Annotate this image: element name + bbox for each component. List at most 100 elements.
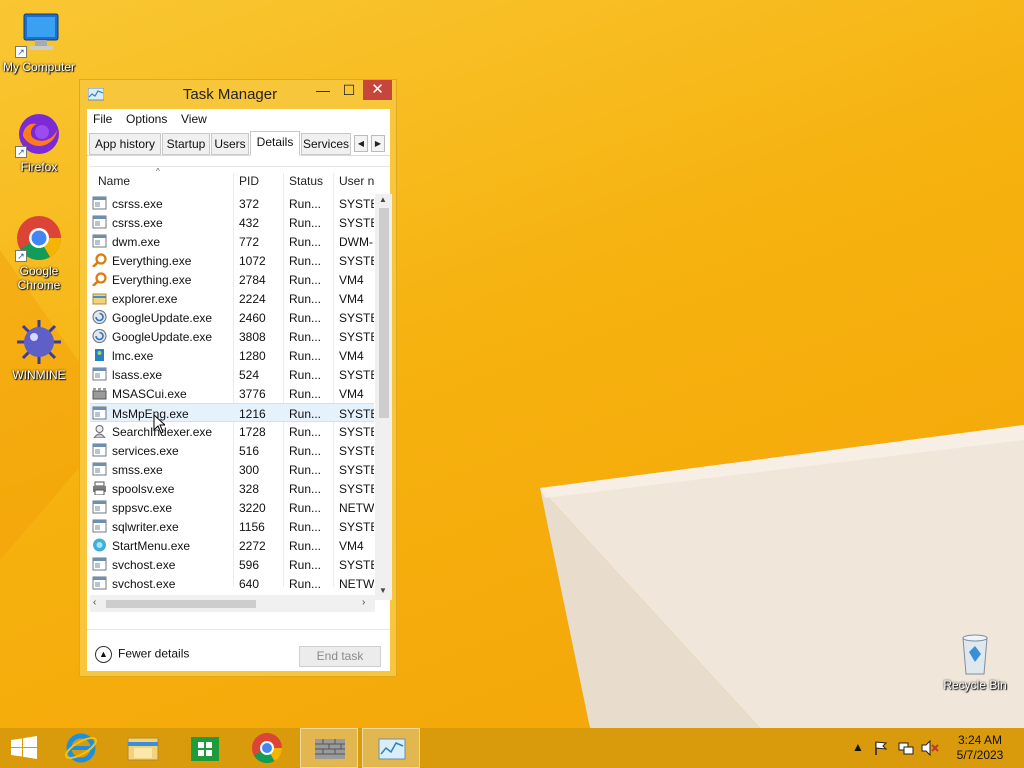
process-user: SYSTEM: [339, 444, 374, 458]
table-row[interactable]: sppsvc.exe 3220 Run... NETWO: [90, 498, 374, 517]
table-row[interactable]: Everything.exe 1072 Run... SYSTEM: [90, 251, 374, 270]
vertical-scrollbar[interactable]: ▲ ▼: [375, 194, 392, 600]
process-name: svchost.exe: [112, 558, 176, 572]
speaker-muted-icon[interactable]: [921, 740, 939, 756]
process-status: Run...: [289, 349, 322, 363]
menu-view[interactable]: View: [181, 112, 207, 126]
table-row[interactable]: sqlwriter.exe 1156 Run... SYSTEM: [90, 517, 374, 536]
table-row[interactable]: GoogleUpdate.exe 3808 Run... SYSTEM: [90, 327, 374, 346]
process-user: SYSTEM: [339, 197, 374, 211]
clock[interactable]: 3:24 AM 5/7/2023: [948, 733, 1012, 763]
table-row[interactable]: explorer.exe 2224 Run... VM4: [90, 289, 374, 308]
tab-startup[interactable]: Startup: [162, 133, 210, 155]
mouse-cursor-icon: [153, 414, 165, 434]
table-row[interactable]: csrss.exe 372 Run... SYSTEM: [90, 194, 374, 213]
google-update-icon: [92, 310, 107, 324]
taskbar-chrome[interactable]: [238, 728, 296, 768]
process-status: Run...: [289, 463, 322, 477]
table-row[interactable]: svchost.exe 640 Run... NETWO: [90, 574, 374, 593]
column-header-status[interactable]: Status: [289, 167, 323, 191]
desktop-icon-label: Google Chrome: [17, 264, 61, 292]
maximize-button[interactable]: ☐: [336, 80, 362, 100]
process-status: Run...: [289, 368, 322, 382]
table-row[interactable]: lsass.exe 524 Run... SYSTEM: [90, 365, 374, 384]
horizontal-scroll-thumb[interactable]: [106, 600, 256, 608]
start-button[interactable]: [0, 728, 48, 768]
desktop-icon-chrome[interactable]: ↗ Google Chrome: [1, 214, 77, 292]
table-row[interactable]: svchost.exe 596 Run... SYSTEM: [90, 555, 374, 574]
footer-bar: ▲ Fewer details End task: [87, 629, 390, 671]
desktop-icon-my-computer[interactable]: ↗ My Computer: [1, 10, 77, 74]
network-icon[interactable]: [898, 740, 914, 756]
process-status: Run...: [289, 216, 322, 230]
process-status: Run...: [289, 197, 322, 211]
process-user: DWM-: [339, 235, 373, 249]
tab-services[interactable]: Services: [301, 133, 351, 155]
process-name: spoolsv.exe: [112, 482, 175, 496]
process-user: VM4: [339, 273, 364, 287]
table-row[interactable]: GoogleUpdate.exe 2460 Run... SYSTEM: [90, 308, 374, 327]
scroll-left-icon[interactable]: ‹: [93, 597, 96, 608]
column-header-user-name[interactable]: User na: [339, 167, 375, 191]
column-header-name[interactable]: Name: [98, 167, 130, 191]
table-row[interactable]: svchost.exe736Run...LOCAL: [90, 593, 374, 594]
end-task-button[interactable]: End task: [299, 646, 381, 667]
scroll-up-icon[interactable]: ▲: [379, 195, 387, 204]
column-header-pid[interactable]: PID: [239, 167, 259, 191]
process-pid: 1216: [239, 407, 266, 421]
table-row[interactable]: StartMenu.exe 2272 Run... VM4: [90, 536, 374, 555]
taskbar-task-manager[interactable]: [362, 728, 420, 768]
table-row[interactable]: MSASCui.exe 3776 Run... VM4: [90, 384, 374, 403]
desktop-icon-recycle-bin[interactable]: Recycle Bin: [937, 632, 1013, 692]
tab-scroll-right-button[interactable]: ▶: [371, 135, 385, 152]
process-rows: csrss.exe 372 Run... SYSTEM csrss.exe 432 Run.…: [90, 194, 374, 594]
taskbar-winmine-wall[interactable]: [300, 728, 358, 768]
tab-details[interactable]: Details: [250, 131, 300, 156]
table-row[interactable]: smss.exe 300 Run... SYSTEM: [90, 460, 374, 479]
table-row[interactable]: SearchIndexer.exe 1728 Run... SYSTEM: [90, 422, 374, 441]
desktop-icon-firefox[interactable]: ↗ Firefox: [1, 110, 77, 174]
tab-users[interactable]: Users: [211, 133, 249, 155]
tab-scroll-left-button[interactable]: ◀: [354, 135, 368, 152]
horizontal-scrollbar[interactable]: ‹ ›: [90, 595, 375, 612]
close-button[interactable]: ✕: [363, 80, 392, 100]
vertical-scroll-thumb[interactable]: [379, 208, 389, 418]
table-row[interactable]: MsMpEng.exe 1216 Run... SYSTEM: [90, 403, 374, 422]
scroll-right-icon[interactable]: ›: [362, 597, 365, 608]
table-row[interactable]: spoolsv.exe 328 Run... SYSTEM: [90, 479, 374, 498]
taskbar-file-explorer[interactable]: [114, 728, 172, 768]
minimize-button[interactable]: —: [310, 80, 336, 100]
show-hidden-icons[interactable]: ▲: [852, 740, 864, 754]
taskbar-windows-store[interactable]: [176, 728, 234, 768]
table-row[interactable]: services.exe 516 Run... SYSTEM: [90, 441, 374, 460]
title-bar[interactable]: Task Manager — ☐ ✕: [80, 80, 396, 110]
taskbar-internet-explorer[interactable]: [52, 728, 110, 768]
menu-file[interactable]: File: [93, 112, 112, 126]
process-pid: 328: [239, 482, 260, 496]
generic-exe-icon: [92, 367, 107, 381]
table-row[interactable]: csrss.exe 432 Run... SYSTEM: [90, 213, 374, 232]
computer-icon: ↗: [15, 10, 63, 58]
taskbar: ▲ 3:24 AM 5/7/2023: [0, 728, 1024, 768]
table-row[interactable]: lmc.exe 1280 Run... VM4: [90, 346, 374, 365]
table-row[interactable]: dwm.exe 772 Run... DWM-: [90, 232, 374, 251]
process-pid: 372: [239, 197, 260, 211]
menu-options[interactable]: Options: [126, 112, 167, 126]
tab-app-history[interactable]: App history: [89, 133, 161, 155]
process-pid: 516: [239, 444, 260, 458]
chrome-icon: [252, 733, 282, 764]
process-name: Everything.exe: [112, 254, 192, 268]
process-status: Run...: [289, 558, 322, 572]
fewer-details-button[interactable]: ▲ Fewer details: [95, 646, 189, 663]
process-pid: 524: [239, 368, 260, 382]
process-user: SYSTEM: [339, 482, 374, 496]
table-row[interactable]: Everything.exe 2784 Run... VM4: [90, 270, 374, 289]
firefox-icon: ↗: [15, 110, 63, 158]
process-name: sppsvc.exe: [112, 501, 173, 515]
process-user: SYSTEM: [339, 311, 374, 325]
desktop-icon-winmine[interactable]: WINMINE: [1, 318, 77, 382]
process-status: Run...: [289, 520, 322, 534]
task-manager-window[interactable]: Task Manager — ☐ ✕ File Options View App…: [79, 79, 397, 677]
scroll-down-icon[interactable]: ▼: [379, 586, 387, 595]
action-center-flag-icon[interactable]: [873, 740, 889, 756]
